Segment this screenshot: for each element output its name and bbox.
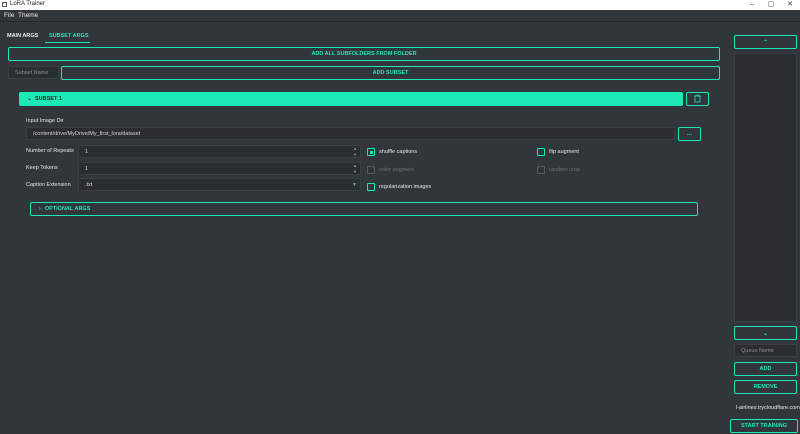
add-subset-button[interactable]: ADD SUBSET — [61, 66, 720, 80]
keep-tokens-label: Keep Tokens — [26, 165, 58, 171]
repeats-label: Number of Repeats — [26, 148, 74, 154]
chevron-down-icon: ⌄ — [762, 330, 769, 337]
queue-down-button[interactable]: ⌄ — [734, 326, 797, 340]
image-dir-input[interactable]: /content/drive/MyDrive/My_first_lora/dat… — [26, 127, 675, 140]
regularization-images-label: regularization images — [379, 184, 432, 190]
queue-name-input[interactable]: Queue Name — [734, 344, 797, 357]
caption-ext-value: .txt — [85, 181, 93, 188]
color-augment-label: color augment — [379, 167, 414, 173]
minimize-button[interactable]: – — [742, 0, 762, 10]
delete-subset-button[interactable] — [686, 92, 709, 106]
menu-theme[interactable]: Theme — [18, 12, 38, 19]
image-dir-value: /content/drive/MyDrive/My_first_lora/dat… — [33, 130, 141, 137]
browse-image-dir-button[interactable]: ... — [678, 127, 701, 141]
repeats-spinbox[interactable]: 1 ▲ ▼ — [78, 145, 361, 158]
spin-down-icon[interactable]: ▼ — [353, 153, 357, 157]
queue-remove-button[interactable]: REMOVE — [734, 380, 797, 394]
subset-name-input[interactable]: Subset Name — [8, 66, 59, 79]
shuffle-captions-checkbox[interactable] — [367, 148, 375, 156]
dropdown-arrow-icon: ▼ — [352, 182, 357, 188]
queue-name-placeholder: Queue Name — [741, 347, 774, 354]
regularization-images-checkbox[interactable] — [367, 183, 375, 191]
chevron-down-icon: ⌄ — [27, 96, 33, 102]
add-all-subfolders-button[interactable]: ADD ALL SUBFOLDERS FROM FOLDER — [8, 47, 720, 61]
app-icon — [2, 2, 7, 7]
optional-args-section[interactable]: › OPTIONAL ARGS — [30, 202, 698, 216]
caption-ext-label: Caption Extension — [26, 182, 71, 188]
caption-ext-select[interactable]: .txt ▼ — [78, 178, 361, 191]
repeats-value: 1 — [85, 148, 89, 155]
flip-augment-checkbox[interactable] — [537, 148, 545, 156]
queue-up-button[interactable]: ⌃ — [734, 35, 797, 49]
subset-header[interactable]: ⌄ SUBSET 1 — [19, 92, 683, 106]
menu-bar: File Theme — [0, 10, 800, 22]
spin-up-icon[interactable]: ▲ — [353, 164, 357, 168]
window-titlebar: LoRA Trainer – ▢ ✕ — [0, 0, 800, 10]
spin-up-icon[interactable]: ▲ — [353, 147, 357, 151]
start-training-button[interactable]: START TRAINING — [730, 419, 798, 433]
maximize-button[interactable]: ▢ — [761, 0, 781, 10]
subset-name-placeholder: Subset Name — [15, 69, 49, 76]
subset-header-label: SUBSET 1 — [35, 96, 62, 102]
server-host-field[interactable]: l-airlines.trycloudflare.com — [736, 405, 800, 411]
flip-augment-label: flip augment — [549, 149, 579, 155]
close-button[interactable]: ✕ — [780, 0, 800, 10]
window-title: LoRA Trainer — [10, 1, 46, 7]
queue-list[interactable] — [734, 53, 797, 322]
keep-tokens-spinbox[interactable]: 1 ▲ ▼ — [78, 162, 361, 175]
queue-add-button[interactable]: ADD — [734, 362, 797, 376]
menu-file[interactable]: File — [4, 12, 14, 19]
tab-main-args[interactable]: MAIN ARGS — [7, 33, 38, 39]
color-augment-checkbox[interactable] — [367, 166, 375, 174]
tab-subset-args[interactable]: SUBSET ARGS — [49, 33, 89, 39]
chevron-right-icon: › — [39, 206, 41, 212]
active-tab-indicator — [45, 42, 90, 43]
trash-icon — [694, 94, 701, 103]
keep-tokens-value: 1 — [85, 165, 89, 172]
optional-args-label: OPTIONAL ARGS — [44, 206, 91, 212]
shuffle-captions-label: shuffle captions — [379, 149, 418, 155]
random-crop-checkbox[interactable] — [537, 166, 545, 174]
chevron-up-icon: ⌃ — [762, 39, 769, 46]
spin-down-icon[interactable]: ▼ — [353, 170, 357, 174]
image-dir-label: Input Image Dir — [26, 118, 64, 124]
random-crop-label: random crop — [549, 167, 580, 173]
